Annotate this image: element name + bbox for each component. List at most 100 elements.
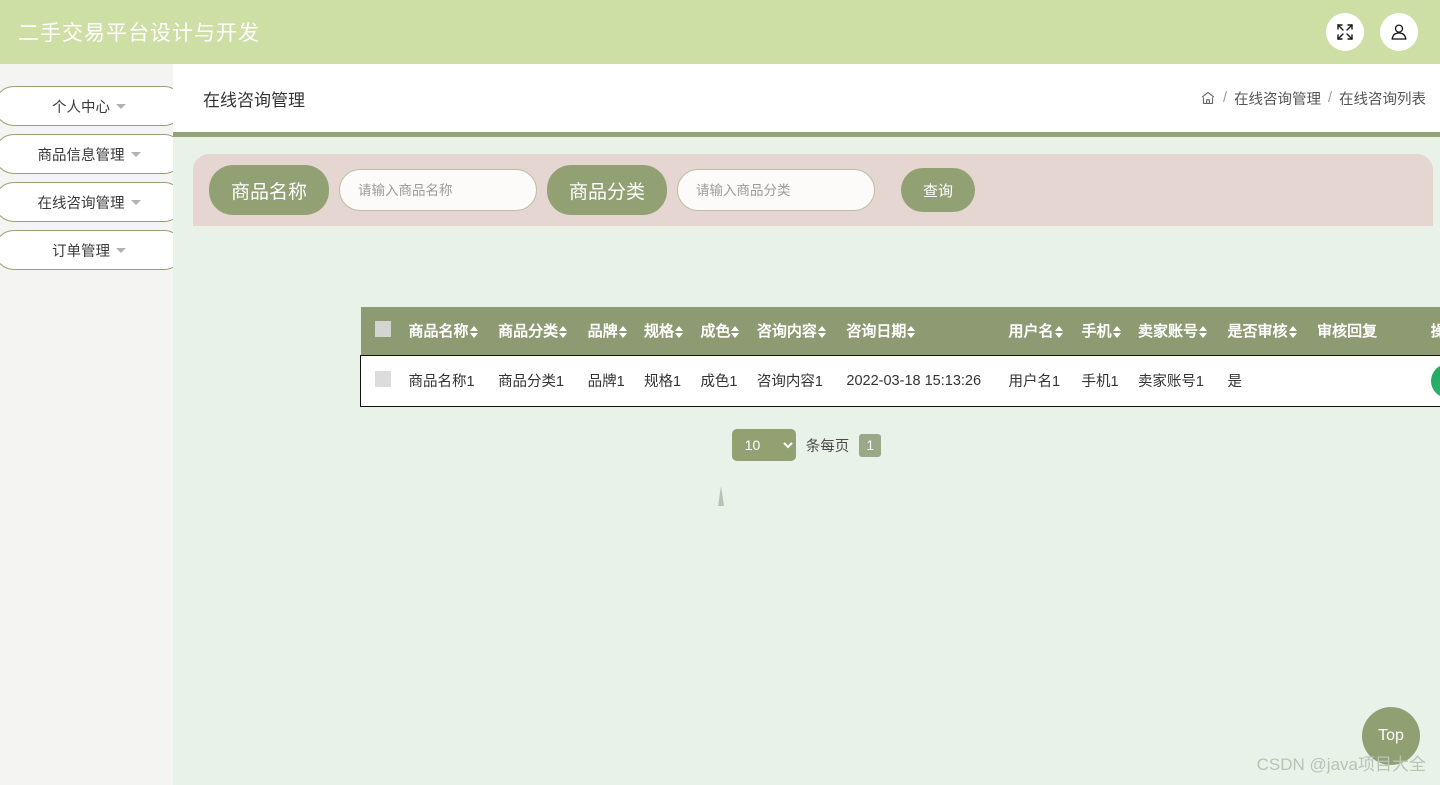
sort-icon[interactable]: [817, 326, 826, 339]
cell-username: 用户名1: [1002, 354, 1076, 407]
back-to-top-label: Top: [1378, 727, 1404, 744]
consultation-table: 商品名称 商品分类 品牌 规格 成色 咨询内容 咨询日期 用户名 手机 卖家账号…: [360, 307, 1440, 407]
th-condition[interactable]: 成色: [694, 307, 751, 355]
cell-brand: 品牌1: [581, 354, 639, 407]
th-label: 操作: [1430, 323, 1440, 341]
user-profile-button[interactable]: [1380, 13, 1418, 51]
sidebar-item-online-consult[interactable]: 在线咨询管理: [0, 182, 173, 222]
app-title: 二手交易平台设计与开发: [18, 22, 260, 45]
cell-date: 2022-03-18 15:13:26: [840, 354, 1003, 407]
sidebar-item-order-mgmt[interactable]: 订单管理: [0, 230, 173, 270]
th-phone[interactable]: 手机: [1075, 307, 1132, 355]
row-select-cell: [360, 354, 403, 407]
sort-icon[interactable]: [1288, 326, 1297, 339]
sidebar-item-label: 个人中心: [52, 99, 110, 116]
audit-button[interactable]: 审核: [1430, 363, 1440, 398]
query-button[interactable]: 查询: [901, 168, 975, 212]
th-audited[interactable]: 是否审核: [1221, 307, 1312, 355]
sidebar-item-label: 商品信息管理: [37, 147, 125, 164]
table-row[interactable]: 商品名称1 商品分类1 品牌1 规格1 成色1 咨询内容1 2022-03-18…: [360, 354, 1440, 407]
page-header: 在线咨询管理 / 在线咨询管理 / 在线咨询列表: [173, 64, 1440, 137]
sidebar-item-personal-center[interactable]: 个人中心: [0, 86, 173, 126]
chevron-down-icon: [130, 199, 141, 205]
cursor-artifact: [718, 486, 724, 506]
sort-icon[interactable]: [1054, 326, 1063, 339]
main-content: 在线咨询管理 / 在线咨询管理 / 在线咨询列表 商品名称 请输入商品名称 商品…: [173, 64, 1440, 785]
th-seller-account[interactable]: 卖家账号: [1131, 307, 1222, 355]
sort-icon[interactable]: [1112, 326, 1121, 339]
table-header: 商品名称 商品分类 品牌 规格 成色 咨询内容 咨询日期 用户名 手机 卖家账号…: [360, 307, 1440, 355]
th-label: 商品分类: [498, 323, 559, 341]
th-label: 卖家账号: [1137, 323, 1198, 341]
cell-spec: 规格1: [638, 354, 695, 407]
fullscreen-icon: [1335, 22, 1355, 42]
breadcrumb-current: 在线咨询列表: [1339, 91, 1426, 108]
product-name-label[interactable]: 商品名称: [209, 165, 329, 215]
th-label: 是否审核: [1227, 323, 1288, 341]
product-category-input[interactable]: [677, 169, 875, 211]
page-number-1[interactable]: 1: [859, 433, 882, 457]
cell-product-name: 商品名称1: [402, 354, 493, 407]
watermark: CSDN @java项目大全: [1256, 755, 1426, 774]
th-label: 咨询日期: [846, 323, 907, 341]
th-label: 品牌: [587, 323, 618, 341]
th-label: 用户名: [1008, 323, 1054, 341]
chevron-down-icon: [130, 151, 141, 157]
chevron-down-icon: [116, 103, 126, 109]
product-category-label[interactable]: 商品分类: [547, 165, 667, 215]
cell-operations: 审核 查看: [1390, 354, 1440, 407]
th-label: 手机: [1081, 323, 1112, 341]
th-content[interactable]: 咨询内容: [750, 307, 841, 355]
th-label: 咨询内容: [756, 323, 817, 341]
breadcrumb-separator: /: [1222, 90, 1227, 106]
th-category[interactable]: 商品分类: [492, 307, 582, 355]
chevron-down-icon: [116, 247, 126, 253]
sort-icon[interactable]: [469, 326, 478, 339]
table-header-row: 商品名称 商品分类 品牌 规格 成色 咨询内容 咨询日期 用户名 手机 卖家账号…: [360, 307, 1440, 355]
th-label: 商品名称: [408, 323, 469, 341]
breadcrumb-separator: /: [1327, 90, 1332, 106]
pagination: 10 20 50 100 条每页 1: [173, 429, 1440, 461]
sidebar-item-label: 订单管理: [52, 243, 110, 260]
th-spec[interactable]: 规格: [638, 307, 695, 355]
table-body: 商品名称1 商品分类1 品牌1 规格1 成色1 咨询内容1 2022-03-18…: [360, 354, 1440, 407]
home-icon[interactable]: [1200, 90, 1216, 106]
th-audit-reply: 审核回复: [1311, 307, 1391, 355]
app-root: 二手交易平台设计与开发 个人中心 商品信息管理 在线咨询管理 订单管理 在线咨询…: [0, 0, 1440, 785]
sort-icon[interactable]: [1198, 326, 1207, 339]
cell-audited: 是: [1221, 354, 1312, 407]
consultation-table-container: 商品名称 商品分类 品牌 规格 成色 咨询内容 咨询日期 用户名 手机 卖家账号…: [360, 307, 1440, 407]
row-checkbox[interactable]: [375, 370, 391, 387]
th-username[interactable]: 用户名: [1002, 307, 1076, 355]
per-page-label: 条每页: [805, 438, 850, 455]
sidebar-item-product-info[interactable]: 商品信息管理: [0, 134, 173, 174]
sort-icon[interactable]: [907, 326, 916, 339]
th-label: 规格: [644, 323, 675, 341]
product-name-input[interactable]: [339, 169, 537, 211]
breadcrumb-parent[interactable]: 在线咨询管理: [1234, 88, 1321, 109]
fullscreen-button[interactable]: [1326, 13, 1364, 51]
sort-icon[interactable]: [618, 326, 627, 339]
search-panel: 商品名称 商品分类 查询: [193, 154, 1433, 226]
th-date[interactable]: 咨询日期: [840, 307, 1003, 355]
cell-phone: 手机1: [1075, 354, 1132, 407]
top-header-bar: 二手交易平台设计与开发: [0, 0, 1440, 64]
th-label: 审核回复: [1317, 323, 1378, 341]
select-all-checkbox[interactable]: [374, 320, 391, 337]
sort-icon[interactable]: [731, 326, 740, 339]
th-label: 成色: [700, 323, 731, 341]
cell-content: 咨询内容1: [750, 354, 841, 407]
sidebar-item-label: 在线咨询管理: [37, 195, 125, 212]
sort-icon[interactable]: [675, 326, 684, 339]
select-all-header: [360, 307, 403, 355]
cell-audit-reply: [1311, 354, 1391, 407]
user-icon: [1389, 22, 1409, 42]
th-product-name[interactable]: 商品名称: [402, 307, 493, 355]
header-actions: [1326, 13, 1418, 51]
sort-icon[interactable]: [559, 326, 568, 339]
breadcrumb: / 在线咨询管理 / 在线咨询列表: [1200, 88, 1426, 109]
page-size-select[interactable]: 10 20 50 100: [731, 429, 796, 461]
th-brand[interactable]: 品牌: [581, 307, 639, 355]
sidebar-nav: 个人中心 商品信息管理 在线咨询管理 订单管理: [0, 64, 173, 785]
th-operations: 操作: [1390, 307, 1440, 355]
